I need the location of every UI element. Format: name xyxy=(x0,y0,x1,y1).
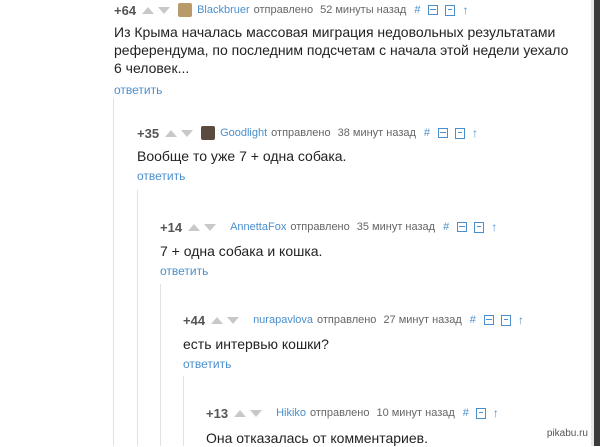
comment-time[interactable]: 10 минут назад xyxy=(376,407,454,419)
parent-arrow-icon[interactable]: ↑ xyxy=(518,314,524,326)
comment-author[interactable]: AnnettaFox xyxy=(230,221,286,233)
comment-meta: +44 nurapavlova отправлено 27 минут наза… xyxy=(183,312,583,328)
comment-time[interactable]: 35 минут назад xyxy=(357,221,435,233)
downvote-icon[interactable] xyxy=(181,129,194,137)
right-frame xyxy=(594,0,600,446)
comment-author[interactable]: Hikiko xyxy=(276,407,306,419)
comment-text: Вообще то уже 7 + одна собака. xyxy=(137,148,347,164)
upvote-icon[interactable] xyxy=(211,316,224,324)
save-icon[interactable] xyxy=(445,4,456,16)
comment-rating: +35 xyxy=(137,125,160,141)
save-icon[interactable] xyxy=(474,221,485,233)
upvote-icon[interactable] xyxy=(142,6,155,14)
save-icon[interactable] xyxy=(500,314,511,326)
collapse-icon[interactable] xyxy=(428,5,439,15)
comment-time[interactable]: 52 минуты назад xyxy=(320,4,406,16)
comment-rating: +44 xyxy=(183,312,206,328)
reply-link[interactable]: ответить xyxy=(137,169,185,183)
comment-rating: +14 xyxy=(160,219,183,235)
downvote-icon[interactable] xyxy=(158,6,171,14)
comment: +14 AnnettaFox отправлено 35 минут назад… xyxy=(160,219,580,280)
hash-link-icon[interactable]: # xyxy=(443,221,449,233)
collapse-icon[interactable] xyxy=(457,222,468,232)
comment-text: Она отказалась от комментариев. xyxy=(206,430,428,446)
collapse-icon[interactable] xyxy=(438,128,449,138)
hash-link-icon[interactable]: # xyxy=(470,314,476,326)
sent-label: отправлено xyxy=(271,127,331,139)
thread-line xyxy=(160,284,161,446)
save-icon[interactable] xyxy=(475,407,486,419)
comment-meta: +35 Goodlight отправлено 38 минут назад … xyxy=(137,125,577,141)
comment-meta: +64 Blackbruer отправлено 52 минуты наза… xyxy=(114,2,584,18)
upvote-icon[interactable] xyxy=(165,129,178,137)
comment: +44 nurapavlova отправлено 27 минут наза… xyxy=(183,312,583,373)
comment-meta: +14 AnnettaFox отправлено 35 минут назад… xyxy=(160,219,580,235)
thread-line xyxy=(137,190,138,446)
comment-author[interactable]: Blackbruer xyxy=(197,4,250,16)
hash-link-icon[interactable]: # xyxy=(463,407,469,419)
thread-line xyxy=(183,376,184,446)
comment-time[interactable]: 27 минут назад xyxy=(383,314,461,326)
sent-label: отправлено xyxy=(317,314,377,326)
comment: +64 Blackbruer отправлено 52 минуты наза… xyxy=(114,2,584,99)
collapse-icon[interactable] xyxy=(483,315,494,325)
comment-time[interactable]: 38 минут назад xyxy=(338,127,416,139)
comment-text: 7 + одна собака и кошка. xyxy=(160,243,323,259)
parent-arrow-icon[interactable]: ↑ xyxy=(472,127,478,139)
parent-arrow-icon[interactable]: ↑ xyxy=(491,221,497,233)
parent-arrow-icon[interactable]: ↑ xyxy=(493,407,499,419)
downvote-icon[interactable] xyxy=(250,409,263,417)
comment-rating: +13 xyxy=(206,405,229,421)
comment-meta: +13 Hikiko отправлено 10 минут назад # ↑ xyxy=(206,405,586,421)
comment-text: есть интервью кошки? xyxy=(183,336,329,352)
reply-link[interactable]: ответить xyxy=(160,264,208,278)
comment: +35 Goodlight отправлено 38 минут назад … xyxy=(137,125,577,185)
downvote-icon[interactable] xyxy=(204,223,217,231)
hash-link-icon[interactable]: # xyxy=(414,4,420,16)
thread-line xyxy=(113,98,114,446)
user-avatar-icon[interactable] xyxy=(178,3,193,17)
hash-link-icon[interactable]: # xyxy=(424,127,430,139)
comment-text: Из Крыма началась массовая миграция недо… xyxy=(114,24,569,76)
reply-link[interactable]: ответить xyxy=(183,357,231,371)
upvote-icon[interactable] xyxy=(188,223,201,231)
upvote-icon[interactable] xyxy=(234,409,247,417)
sent-label: отправлено xyxy=(253,4,314,16)
reply-link[interactable]: ответить xyxy=(114,83,162,97)
sent-label: отправлено xyxy=(310,407,370,419)
comment-rating: +64 xyxy=(114,2,137,18)
parent-arrow-icon[interactable]: ↑ xyxy=(462,4,468,16)
downvote-icon[interactable] xyxy=(227,316,240,324)
sent-label: отправлено xyxy=(290,221,350,233)
comment: +13 Hikiko отправлено 10 минут назад # ↑… xyxy=(206,405,586,447)
watermark: pikabu.ru xyxy=(544,427,590,440)
comment-author[interactable]: nurapavlova xyxy=(253,314,313,326)
save-icon[interactable] xyxy=(455,127,466,139)
user-avatar-icon[interactable] xyxy=(201,126,216,140)
comment-author[interactable]: Goodlight xyxy=(220,127,267,139)
